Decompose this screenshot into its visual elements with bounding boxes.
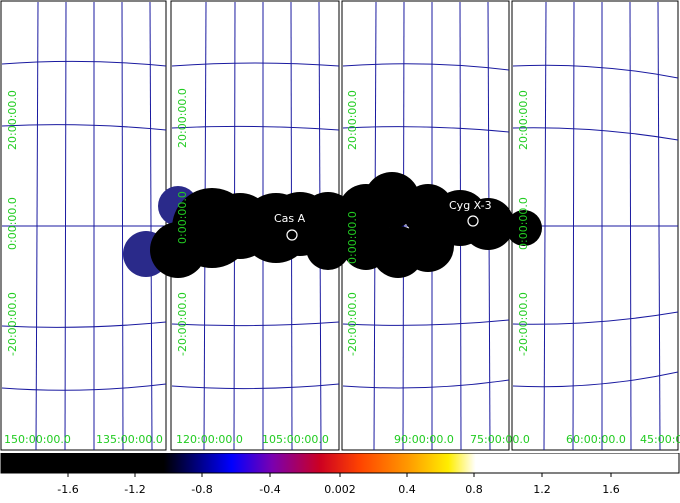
colorbar-ticks (67, 473, 612, 477)
sky-image-canvas[interactable]: Cas A Cyg X-3 20:00:00.0 0:00:00.0 -20:0… (0, 0, 680, 452)
dec-label: -20:00:00.0 (517, 292, 530, 356)
source-label: Cas A (274, 212, 306, 225)
dec-label: 0:00:00.0 (517, 197, 530, 250)
dec-label: 0:00:00.0 (6, 197, 19, 250)
tick-label: -0.8 (191, 483, 212, 496)
dec-label: 0:00:00.0 (346, 211, 359, 264)
tick-label: 1.6 (602, 483, 620, 496)
ra-label: 135:00:00.0 (96, 433, 163, 446)
ra-label: 105:00:00.0 (262, 433, 329, 446)
tick-label: -1.6 (57, 483, 78, 496)
ra-label: 120:00:00.0 (176, 433, 243, 446)
ra-label: 150:00:00.0 (4, 433, 71, 446)
dec-label: 20:00:00.0 (517, 90, 530, 150)
sky-image-viewer[interactable]: Cas A Cyg X-3 20:00:00.0 0:00:00.0 -20:0… (0, 0, 680, 452)
dec-label: 20:00:00.0 (346, 90, 359, 150)
ra-label: 90:00:00.0 (394, 433, 454, 446)
dec-label: 20:00:00.0 (6, 90, 19, 150)
dec-label: 20:00:00.0 (176, 88, 189, 148)
tick-label: 0.8 (465, 483, 483, 496)
dec-label: -20:00:00.0 (6, 292, 19, 356)
colorbar: -1.6 -1.2 -0.8 -0.4 0.002 0.4 0.8 1.2 1.… (0, 452, 680, 499)
tick-label: 0.4 (398, 483, 416, 496)
tick-label: -0.4 (259, 483, 280, 496)
dec-label: -20:00:00.0 (346, 292, 359, 356)
ra-label: 45:00:00.0 (640, 433, 680, 446)
ra-label: 75:00:00.0 (470, 433, 530, 446)
dec-label: 0:00:00.0 (176, 191, 189, 244)
colorbar-gradient (0, 452, 680, 474)
tick-label: 0.002 (324, 483, 356, 496)
source-label: Cyg X-3 (449, 199, 492, 212)
tick-label: 1.2 (533, 483, 551, 496)
colorbar-canvas: -1.6 -1.2 -0.8 -0.4 0.002 0.4 0.8 1.2 1.… (0, 452, 680, 496)
dec-label: -20:00:00.0 (176, 292, 189, 356)
tick-label: -1.2 (124, 483, 145, 496)
ra-label: 60:00:00.0 (566, 433, 626, 446)
colorbar-tick-labels: -1.6 -1.2 -0.8 -0.4 0.002 0.4 0.8 1.2 1.… (57, 483, 619, 496)
